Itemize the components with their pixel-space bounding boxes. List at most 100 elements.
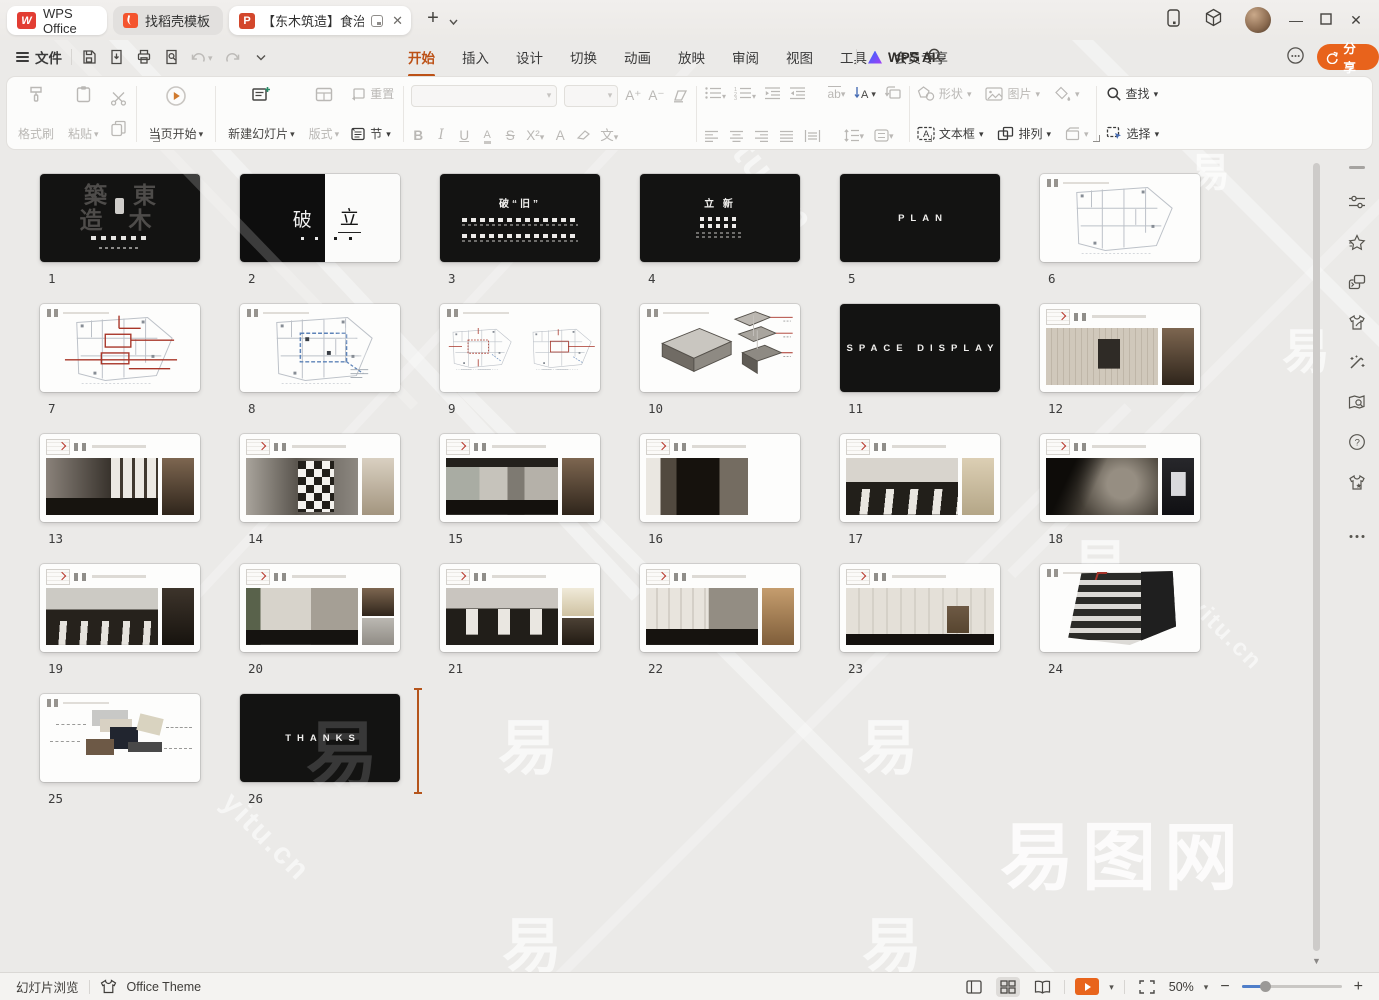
font-color-button[interactable]: A xyxy=(553,129,567,143)
find-button[interactable]: 查找▾ xyxy=(1106,85,1160,102)
slide-thumbnail-25[interactable] xyxy=(40,694,200,782)
slide-thumbnail-18[interactable] xyxy=(1040,434,1200,522)
redo-icon[interactable] xyxy=(225,50,241,65)
format-painter-button[interactable]: 格式刷 xyxy=(11,82,61,146)
slide-thumbnail-8[interactable] xyxy=(240,304,400,392)
slide-thumbnail-17[interactable] xyxy=(840,434,1000,522)
copy-button[interactable] xyxy=(110,120,127,137)
strikethrough-button[interactable]: S xyxy=(503,129,517,143)
decrease-font-button[interactable]: A⁻ xyxy=(648,89,664,103)
text-direction-button[interactable]: A ▾ xyxy=(853,86,876,101)
tab-list-chevron[interactable] xyxy=(448,13,459,31)
mobile-sync-icon[interactable] xyxy=(1167,9,1180,32)
font-family-select[interactable] xyxy=(411,85,557,107)
slide-thumbnail-21[interactable] xyxy=(440,564,600,652)
play-options-chevron[interactable]: ▾ xyxy=(1109,983,1114,992)
char-spacing-button[interactable]: ab▾ xyxy=(828,86,846,101)
slide-thumbnail-15[interactable] xyxy=(440,434,600,522)
slide-thumbnail-6[interactable] xyxy=(1040,174,1200,262)
increase-indent-button[interactable] xyxy=(789,86,806,100)
favorites-star-icon[interactable] xyxy=(1348,233,1366,251)
sidebar-collapse-handle[interactable] xyxy=(1349,166,1365,169)
picture-button[interactable]: 图片▾ xyxy=(985,85,1040,102)
menu-tab-transition[interactable]: 切换 xyxy=(569,45,598,69)
cut-button[interactable] xyxy=(110,91,127,106)
close-window-button[interactable]: ✕ xyxy=(1341,12,1371,29)
convert-smartart-button[interactable] xyxy=(884,85,902,101)
menu-tab-review[interactable]: 审阅 xyxy=(731,45,760,69)
object-frame-button[interactable]: ▾ xyxy=(1065,127,1089,141)
properties-sliders-icon[interactable] xyxy=(1348,193,1366,211)
slide-thumbnail-9[interactable] xyxy=(440,304,600,392)
minimize-button[interactable]: — xyxy=(1281,12,1311,28)
char-border-button[interactable]: A xyxy=(480,130,494,141)
play-from-current-button[interactable]: 当页开始▾ xyxy=(142,82,211,146)
slide-thumbnail-23[interactable] xyxy=(840,564,1000,652)
menu-tab-slideshow[interactable]: 放映 xyxy=(677,45,706,69)
zoom-in-button[interactable]: + xyxy=(1352,978,1365,996)
numbered-list-button[interactable]: 123▾ xyxy=(734,86,756,100)
align-center-button[interactable] xyxy=(729,130,744,142)
slide-thumbnail-20[interactable] xyxy=(240,564,400,652)
layout-button[interactable]: 版式▾ xyxy=(302,82,347,146)
zoom-chevron[interactable]: ▾ xyxy=(1204,983,1209,992)
arrange-button[interactable]: 排列▾ xyxy=(997,125,1051,142)
float-window-icon[interactable] xyxy=(371,15,383,27)
clear-format-button[interactable] xyxy=(672,89,689,103)
slide-thumbnail-2[interactable]: 破立 xyxy=(240,174,400,262)
skin-theme-icon[interactable] xyxy=(1348,473,1366,491)
share-button[interactable]: 分享 xyxy=(1317,44,1379,70)
file-menu[interactable]: 文件 xyxy=(16,47,62,67)
play-slideshow-button[interactable] xyxy=(1075,978,1099,995)
zoom-value[interactable]: 50% xyxy=(1169,980,1194,994)
font-size-select[interactable] xyxy=(564,85,618,107)
reset-button[interactable]: 重置 xyxy=(350,85,394,102)
align-right-button[interactable] xyxy=(754,130,769,142)
slide-thumbnail-10[interactable] xyxy=(640,304,800,392)
distribute-text-button[interactable] xyxy=(804,130,821,142)
slide-thumbnail-16[interactable] xyxy=(640,434,800,522)
switch-windows-icon[interactable] xyxy=(1348,273,1366,291)
menu-tab-tools[interactable]: 工具 xyxy=(839,45,868,69)
slide-thumbnail-12[interactable] xyxy=(1040,304,1200,392)
tab-wps-home[interactable]: W WPS Office xyxy=(7,6,107,35)
menu-tab-view[interactable]: 视图 xyxy=(785,45,814,69)
undo-icon[interactable]: ▾ xyxy=(190,50,213,65)
fill-color-button[interactable]: ▾ xyxy=(1054,86,1080,101)
underline-button[interactable]: U xyxy=(457,129,471,143)
slide-thumbnail-7[interactable] xyxy=(40,304,200,392)
normal-view-button[interactable] xyxy=(962,977,986,997)
zoom-out-button[interactable]: − xyxy=(1218,978,1231,996)
slide-thumbnail-3[interactable]: 破“旧” xyxy=(440,174,600,262)
close-tab-icon[interactable]: ✕ xyxy=(390,13,405,29)
slide-thumbnail-26[interactable]: THANKS xyxy=(240,694,400,782)
new-slide-button[interactable]: 新建幻灯片▾ xyxy=(221,82,302,146)
user-avatar[interactable] xyxy=(1245,7,1271,33)
menu-tab-animation[interactable]: 动画 xyxy=(623,45,652,69)
scrollbar-down-arrow[interactable]: ▼ xyxy=(1312,956,1321,966)
quick-toolbar-chevron[interactable] xyxy=(255,53,267,62)
tab-docer-templates[interactable]: 找稻壳模板 xyxy=(113,6,223,35)
print-preview-icon[interactable] xyxy=(164,49,180,65)
menu-tab-home[interactable]: 开始 xyxy=(407,45,436,69)
increase-font-button[interactable]: A⁺ xyxy=(625,89,641,103)
search-icon[interactable] xyxy=(927,47,944,67)
line-spacing-button[interactable]: ▾ xyxy=(843,129,865,142)
slide-thumbnail-13[interactable] xyxy=(40,434,200,522)
wps-ai-button[interactable]: WPS AI xyxy=(868,50,936,65)
slide-thumbnail-14[interactable] xyxy=(240,434,400,522)
superscript-button[interactable]: X²▾ xyxy=(526,129,544,143)
paragraph-layout-button[interactable]: ▾ xyxy=(874,129,894,142)
decrease-indent-button[interactable] xyxy=(764,86,781,100)
maximize-button[interactable] xyxy=(1311,12,1341,28)
menu-tab-design[interactable]: 设计 xyxy=(515,45,544,69)
slide-thumbnail-5[interactable]: PLAN xyxy=(840,174,1000,262)
slide-sorter-view-button[interactable] xyxy=(996,977,1020,997)
zoom-slider[interactable] xyxy=(1242,985,1342,988)
print-icon[interactable] xyxy=(136,49,152,65)
vertical-scrollbar[interactable] xyxy=(1313,163,1320,951)
tab-active-document[interactable]: P 【东木筑造】食治日本料理铁板烧 ✕ xyxy=(229,6,411,35)
bullet-list-button[interactable]: ▾ xyxy=(704,86,726,100)
slide-thumbnail-24[interactable] xyxy=(1040,564,1200,652)
align-left-button[interactable] xyxy=(704,130,719,142)
